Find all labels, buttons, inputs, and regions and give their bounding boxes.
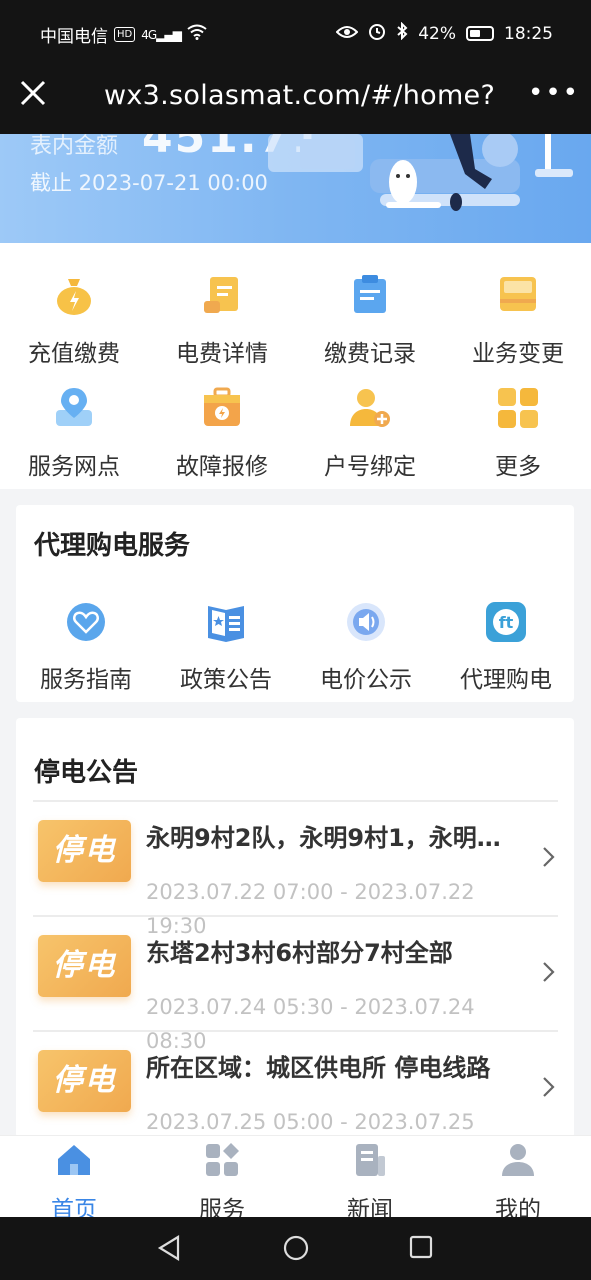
chevron-right-icon — [543, 1077, 555, 1097]
outage-item[interactable]: 停电 所在区域：城区供电所 停电线路 2023.07.25 05:00 - 20… — [33, 1030, 558, 1145]
tab-home[interactable]: 首页 — [0, 1142, 148, 1224]
agency-title: 代理购电服务 — [34, 531, 191, 561]
menu-label: 服务网点 — [28, 454, 120, 480]
outage-stamp-icon: 停电 — [38, 1050, 131, 1112]
news-icon — [356, 1144, 385, 1176]
menu-label: 缴费记录 — [324, 341, 416, 367]
chevron-right-icon — [543, 962, 555, 982]
wifi-icon — [187, 24, 207, 45]
eye-icon — [335, 24, 359, 44]
outage-stamp-icon: 停电 — [38, 820, 131, 882]
outage-title: 停电公告 — [34, 758, 139, 788]
outage-item-title: 东塔2村3村6村部分7村全部 — [146, 939, 453, 967]
balance-banner: 表内金额 451.71 截止 2023-07-21 00:00 — [0, 134, 591, 243]
menu-fault-repair[interactable]: 故障报修 — [148, 386, 296, 481]
carrier-name: 中国电信 — [40, 27, 108, 47]
grid-icon — [498, 388, 538, 428]
agency-item-label: 服务指南 — [40, 667, 132, 693]
status-right: 42% 18:25 — [335, 21, 553, 45]
menu-label: 故障报修 — [176, 454, 268, 480]
heart-badge-icon — [67, 603, 105, 641]
agency-item-price[interactable]: 电价公示 — [296, 602, 436, 694]
price-speaker-icon — [347, 603, 385, 641]
ft-badge-icon: ft — [486, 602, 526, 642]
battery-percent: 42% — [418, 23, 456, 44]
agency-item-policy[interactable]: 政策公告 — [156, 602, 296, 694]
money-bag-icon — [57, 279, 91, 315]
add-user-icon — [350, 389, 390, 427]
agency-service-card: 代理购电服务 服务指南 政策公告 电价公示 ft 代理购电 — [16, 505, 574, 702]
menu-service-outlet[interactable]: 服务网点 — [0, 386, 148, 481]
ledger-icon — [500, 277, 536, 311]
agency-item-label: 代理购电 — [460, 667, 552, 693]
service-grid-icon — [206, 1143, 239, 1176]
bluetooth-icon — [396, 21, 408, 45]
home-circle-icon[interactable] — [283, 1235, 309, 1261]
alarm-icon — [368, 22, 386, 45]
back-icon[interactable] — [157, 1235, 181, 1261]
clipboard-icon — [354, 275, 386, 313]
browser-bar: wx3.solasmat.com/#/home? ••• — [0, 66, 591, 134]
outage-item[interactable]: 停电 永明9村2队，永明9村1，永明9村3队 2023.07.22 07:00 … — [33, 800, 558, 938]
menu-account-binding[interactable]: 户号绑定 — [296, 386, 444, 481]
agency-item-label: 政策公告 — [180, 667, 272, 693]
toolbox-icon — [204, 387, 240, 426]
balance-date: 截止 2023-07-21 00:00 — [30, 171, 268, 195]
battery-icon — [466, 26, 494, 41]
menu-bill-detail[interactable]: 电费详情 — [148, 273, 296, 368]
hd-badge: HD — [114, 27, 136, 42]
outage-item[interactable]: 停电 东塔2村3村6村部分7村全部 2023.07.24 05:30 - 202… — [33, 915, 558, 1053]
status-bar: 中国电信 HD 4G▂▄▆ 42% 18:25 — [0, 0, 591, 66]
banner-illustration — [268, 134, 573, 211]
bottom-tab-bar: 首页 服务 新闻 我的 — [0, 1135, 591, 1223]
agency-item-guide[interactable]: 服务指南 — [16, 602, 156, 694]
menu-payment-record[interactable]: 缴费记录 — [296, 273, 444, 368]
outage-notice-card: 停电公告 停电 永明9村2队，永明9村1，永明9村3队 2023.07.22 0… — [16, 718, 574, 1138]
close-icon[interactable] — [20, 80, 46, 106]
tab-profile[interactable]: 我的 — [444, 1142, 591, 1224]
carrier-group: 中国电信 HD 4G▂▄▆ — [40, 22, 207, 47]
chevron-right-icon — [543, 847, 555, 867]
menu-business-change[interactable]: 业务变更 — [444, 273, 591, 368]
outage-item-title: 永明9村2队，永明9村1，永明9村3队 — [146, 824, 508, 852]
menu-label: 户号绑定 — [324, 454, 416, 480]
more-options-icon[interactable]: ••• — [528, 78, 580, 108]
tab-news[interactable]: 新闻 — [296, 1142, 444, 1224]
svg-text:ft: ft — [499, 613, 514, 632]
profile-icon — [502, 1144, 534, 1176]
balance-label: 表内金额 — [30, 134, 119, 159]
home-icon — [58, 1145, 90, 1175]
outage-item-time: 2023.07.25 05:00 - 2023.07.25 — [146, 1110, 475, 1134]
signal-icon: 4G▂▄▆ — [141, 27, 182, 42]
outage-item-title: 所在区域：城区供电所 停电线路 — [146, 1054, 491, 1082]
network-type: 4G — [141, 27, 157, 42]
clock: 18:25 — [504, 23, 553, 44]
menu-label: 充值缴费 — [28, 341, 120, 367]
agency-item-purchase[interactable]: ft 代理购电 — [436, 602, 576, 694]
menu-recharge[interactable]: 充值缴费 — [0, 273, 148, 368]
policy-book-icon — [208, 606, 244, 642]
menu-more[interactable]: 更多 — [444, 386, 591, 481]
url-text[interactable]: wx3.solasmat.com/#/home? — [104, 80, 495, 111]
quick-menu: 充值缴费 电费详情 缴费记录 业务变更 服务网点 故障报修 户号绑定 更多 — [0, 243, 591, 489]
recents-icon[interactable] — [409, 1235, 433, 1259]
system-nav-bar — [0, 1217, 591, 1280]
outage-stamp-icon: 停电 — [38, 935, 131, 997]
bill-scroll-icon — [204, 277, 238, 313]
menu-label: 电费详情 — [176, 341, 268, 367]
menu-label: 更多 — [495, 454, 541, 480]
menu-label: 业务变更 — [472, 341, 564, 367]
tab-service[interactable]: 服务 — [148, 1142, 296, 1224]
location-pin-icon — [56, 388, 92, 426]
agency-item-label: 电价公示 — [320, 667, 412, 693]
